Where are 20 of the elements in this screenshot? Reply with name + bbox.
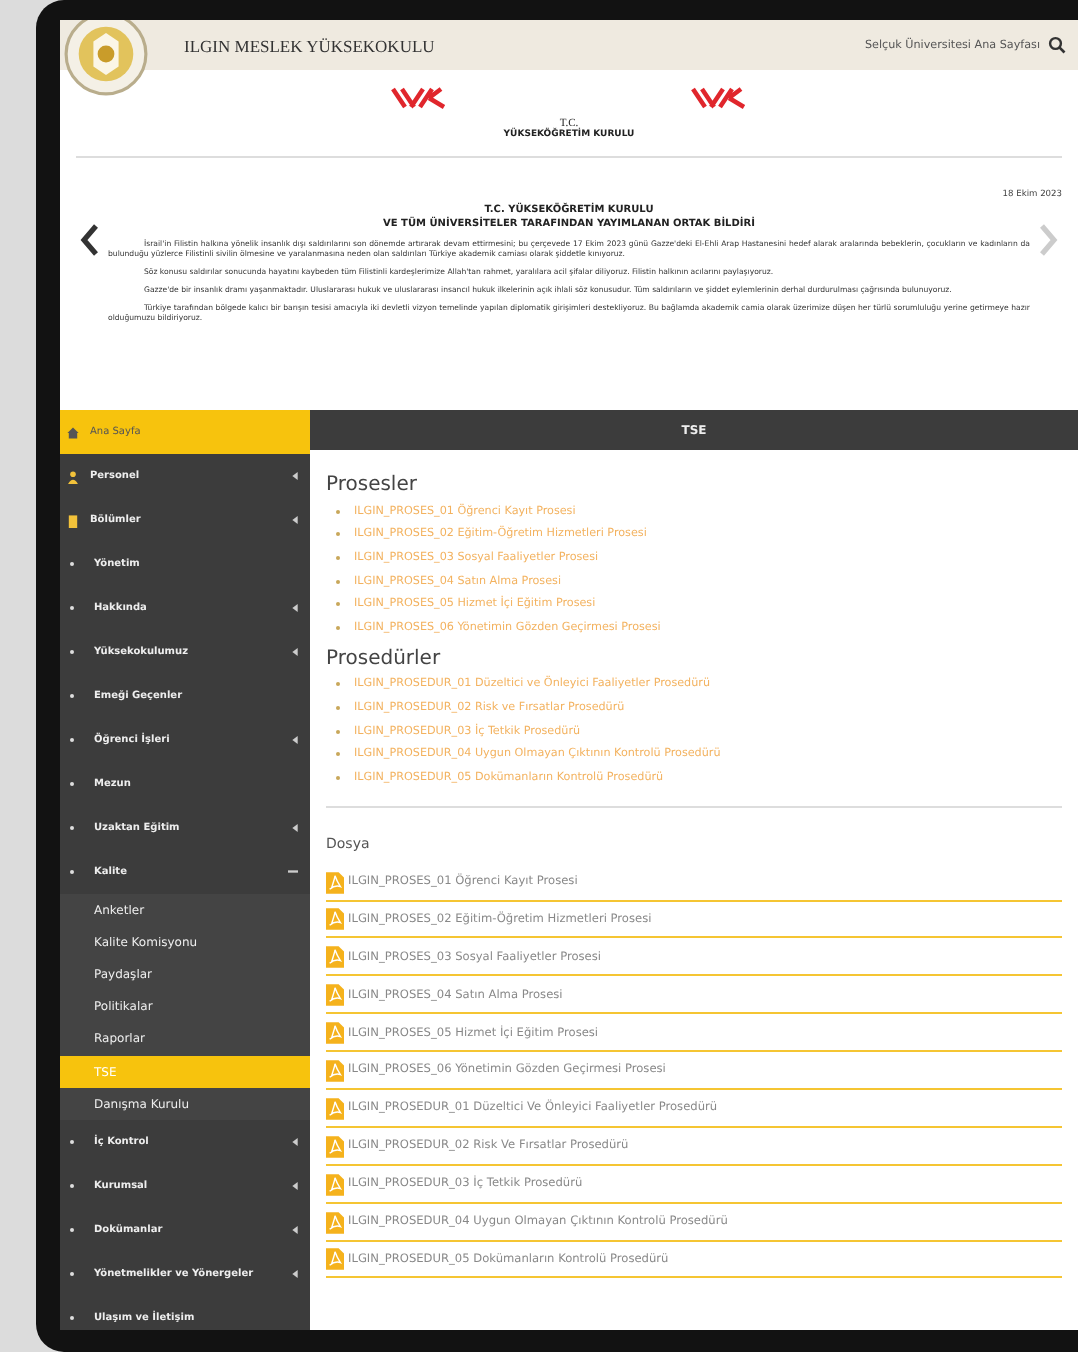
pdf-file-icon bbox=[326, 1022, 344, 1045]
pdf-file-icon bbox=[326, 1211, 344, 1234]
pdf-file-icon bbox=[326, 1173, 344, 1196]
pdf-file-icon bbox=[326, 1248, 344, 1271]
person-icon bbox=[66, 469, 80, 483]
home-icon bbox=[66, 425, 80, 439]
pdf-file-icon bbox=[326, 1059, 344, 1082]
building-icon bbox=[66, 513, 80, 527]
search-icon[interactable] bbox=[1048, 36, 1066, 54]
pdf-file-icon bbox=[326, 908, 344, 931]
pdf-file-icon bbox=[326, 1135, 344, 1158]
site-title: ILGIN MESLEK YÜKSEKOKULU bbox=[184, 35, 437, 55]
section-heading: Prosedürler bbox=[326, 647, 443, 670]
pdf-file-icon bbox=[326, 946, 344, 969]
section-heading: Prosesler bbox=[326, 474, 419, 496]
stripes-logo bbox=[689, 86, 749, 110]
pdf-file-icon bbox=[326, 984, 344, 1007]
pdf-file-icon bbox=[326, 871, 344, 894]
stripes-logo bbox=[389, 86, 449, 110]
pdf-file-icon bbox=[326, 1097, 344, 1120]
